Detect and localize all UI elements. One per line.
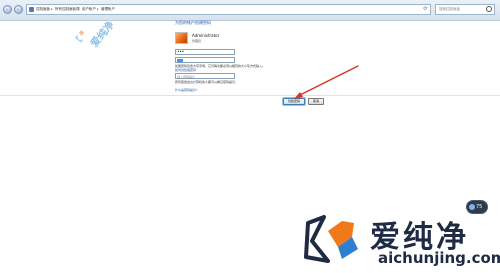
strong-password-link[interactable]: 如何创建强密码 xyxy=(175,68,196,72)
forward-button[interactable]: › xyxy=(14,5,23,14)
page-title: 为您的帐户创建密码 xyxy=(175,20,211,25)
crumb-control-panel[interactable]: 控制面板 xyxy=(36,7,50,12)
address-bar: ‹ › 控制面板 ▸ 所有控制面板项 ▸ 用户帐户 ▸ 管理帐户 ⟳ 搜索控制面… xyxy=(0,0,500,21)
forward-arrow-icon: › xyxy=(17,7,19,13)
widget-status-icon xyxy=(469,204,475,210)
back-arrow-icon: ‹ xyxy=(6,7,8,13)
hint-visibility-text: 所有使用这台计算机的人都可以看见密码提示。 xyxy=(175,80,239,84)
refresh-icon[interactable]: ⟳ xyxy=(422,6,429,13)
brand-logo-icon xyxy=(304,215,358,263)
crumb-separator-icon: ▸ xyxy=(51,7,53,11)
case-hint-text: 如果密码包含大写字母，它们每次都必须以相同的大小写方式输入。 xyxy=(175,64,266,68)
search-icon[interactable] xyxy=(486,6,492,12)
password-hint-link[interactable]: 什么是密码提示? xyxy=(175,88,198,92)
password-hint-field[interactable]: 键入密码提示 xyxy=(175,73,235,79)
floating-widget-button[interactable]: 75 xyxy=(466,200,488,214)
confirm-password-field[interactable] xyxy=(175,57,235,63)
create-password-button[interactable]: 创建密码 xyxy=(283,98,305,105)
account-name: Administrator xyxy=(192,33,220,38)
cancel-button[interactable]: 取消 xyxy=(308,98,324,105)
floating-widget-label: 75 xyxy=(476,204,483,210)
text-selection xyxy=(177,59,183,62)
back-button[interactable]: ‹ xyxy=(3,5,12,14)
control-panel-icon xyxy=(29,7,34,12)
password-hint-placeholder: 键入密码提示 xyxy=(177,75,196,79)
avatar xyxy=(175,32,188,44)
search-box[interactable]: 搜索控制面板 xyxy=(435,4,495,15)
crumb-separator-icon: ▸ xyxy=(97,7,99,11)
breadcrumb[interactable]: 控制面板 ▸ 所有控制面板项 ▸ 用户帐户 ▸ 管理帐户 ⟳ xyxy=(26,4,431,15)
new-password-field[interactable]: ••• xyxy=(175,49,235,55)
crumb-separator-icon: ▸ xyxy=(78,7,80,11)
crumb-manage-accounts[interactable]: 管理帐户 xyxy=(101,7,115,12)
crumb-all-items[interactable]: 所有控制面板项 xyxy=(55,7,80,12)
brand-url: aichunjing.com xyxy=(378,249,500,267)
account-role: 管理员 xyxy=(192,39,202,43)
search-placeholder: 搜索控制面板 xyxy=(439,7,460,11)
crumb-user-accounts[interactable]: 用户帐户 xyxy=(82,7,96,12)
divider xyxy=(0,95,500,96)
watermark-text: 爱纯净 xyxy=(89,19,117,50)
